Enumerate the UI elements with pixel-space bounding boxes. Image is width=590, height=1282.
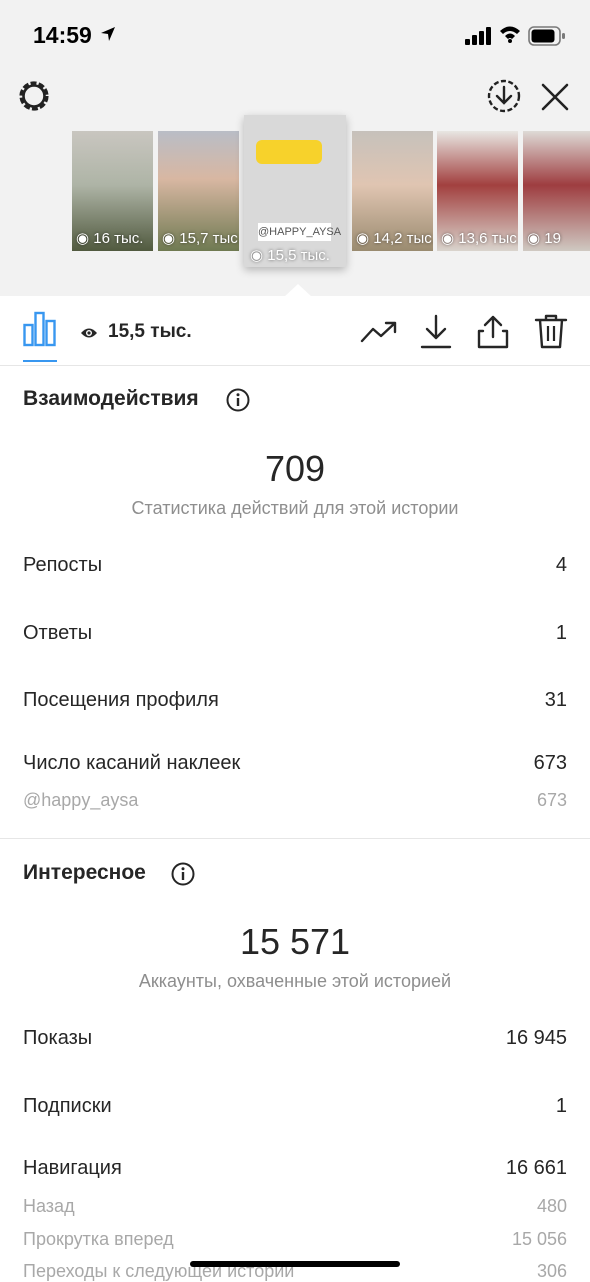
metric-label: Репосты (23, 554, 103, 576)
sticker-placeholder (256, 140, 322, 164)
metric-value: 16 945 (505, 1027, 567, 1049)
metric-label: Навигация (23, 1157, 122, 1179)
share-icon[interactable] (476, 314, 510, 350)
metric-value: 1 (555, 622, 567, 644)
metric-label: Показы (23, 1027, 93, 1049)
sub-metric-value: 306 (536, 1261, 567, 1281)
sub-metric-value: 15 056 (511, 1229, 567, 1249)
insights-bar-chart-icon[interactable] (23, 311, 57, 347)
mention-tag: @HAPPY_AYSA (258, 223, 341, 241)
settings-gear-icon[interactable] (14, 76, 54, 116)
discovery-subtitle: Аккаунты, охваченные этой историей (138, 971, 452, 991)
metric-value: 16 661 (505, 1157, 567, 1179)
metric-value: 673 (533, 752, 567, 774)
interactions-title: Взаимодействия (23, 387, 199, 410)
discovery-total: 15 571 (239, 921, 351, 962)
views-count: 15,5 тыс. (108, 321, 192, 342)
thumbnail-views: ◉ 14,2 тыс. (356, 230, 433, 247)
metric-label: Подписки (23, 1095, 112, 1117)
story-thumbnail[interactable]: ◉ 19 (523, 131, 590, 251)
story-thumbnail-selected[interactable]: @HAPPY_AYSA ◉ 15,5 тыс. (244, 115, 346, 267)
wifi-icon (500, 26, 520, 43)
sub-metric-value: 480 (536, 1196, 567, 1216)
trend-arrow-icon[interactable] (360, 320, 398, 344)
section-divider (0, 838, 590, 839)
story-header: 14:59 ◉ 16 тыс. ◉ 15,7 тыс. @HAPPY_AYSA … (0, 0, 590, 297)
thumbnail-views: ◉ 16 тыс. (76, 230, 144, 247)
story-thumbnail[interactable]: ◉ 15,7 тыс. (158, 131, 239, 251)
active-tab-indicator (23, 360, 57, 362)
interactions-total: 709 (264, 448, 326, 489)
home-indicator[interactable] (190, 1261, 400, 1267)
sub-metric-label: Прокрутка вперед (23, 1229, 174, 1249)
sub-metric-label[interactable]: @happy_aysa (23, 790, 138, 811)
eye-icon (81, 328, 97, 338)
thumbnail-views: ◉ 13,6 тыс. (441, 230, 518, 247)
story-thumbnail[interactable]: ◉ 14,2 тыс. (352, 131, 433, 251)
metric-label: Посещения профиля (23, 689, 219, 711)
metric-label: Число касаний наклеек (23, 752, 241, 774)
location-arrow-icon (101, 27, 115, 41)
sub-metric-label: Назад (23, 1196, 75, 1216)
thumbnail-views: ◉ 15,7 тыс. (162, 230, 239, 247)
status-bar: 14:59 (0, 0, 590, 70)
sub-metric-value: 673 (536, 790, 567, 810)
metric-value: 31 (544, 689, 567, 711)
story-thumbnail[interactable]: ◉ 16 тыс. (72, 131, 153, 251)
battery-icon (528, 26, 565, 46)
trash-icon[interactable] (534, 314, 568, 350)
thumbnail-views: ◉ 15,5 тыс. (250, 247, 330, 264)
metric-value: 1 (555, 1095, 567, 1117)
close-icon[interactable] (540, 82, 570, 112)
cellular-signal-icon (465, 27, 491, 45)
status-time: 14:59 (33, 22, 92, 48)
info-icon[interactable] (226, 388, 250, 412)
metric-label: Ответы (23, 622, 93, 644)
thumbnail-views: ◉ 19 (527, 230, 561, 247)
metric-value: 4 (555, 554, 567, 576)
info-icon[interactable] (171, 862, 195, 886)
discovery-title: Интересное (23, 861, 146, 884)
story-thumbnail[interactable]: ◉ 13,6 тыс. (437, 131, 518, 251)
download-circle-icon[interactable] (486, 78, 522, 114)
download-icon[interactable] (420, 314, 452, 350)
interactions-subtitle: Статистика действий для этой истории (131, 498, 459, 518)
insights-toolbar: 15,5 тыс. (0, 296, 590, 366)
